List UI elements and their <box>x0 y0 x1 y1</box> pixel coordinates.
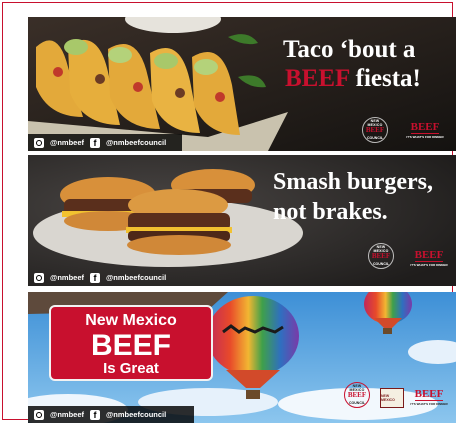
headline-rest: fiesta! <box>349 65 421 92</box>
logo-council-top: NEW MEXICO <box>367 119 383 127</box>
logo-beef-tagline: IT'S WHAT'S FOR DINNER <box>410 401 448 406</box>
logo-council-mid: BEEF <box>365 126 385 134</box>
facebook-handle[interactable]: @nmbeefcouncil <box>106 138 166 147</box>
nm-state-label: NEW MEXICO <box>381 394 395 402</box>
headline-line1: Taco ‘bout a <box>283 36 416 63</box>
nm-state-badge: NEW MEXICO <box>380 388 404 408</box>
instagram-handle[interactable]: @nmbeef <box>50 273 84 282</box>
logo-beef-word: BEEF <box>414 248 444 262</box>
logo-council-mid: BEEF <box>347 391 367 399</box>
headline-line2: not brakes. <box>273 199 388 225</box>
logo-beef-word: BEEF <box>414 387 444 401</box>
ad-panel-balloons[interactable]: New Mexico BEEF Is Great NEW MEXICO BEEF… <box>28 292 456 423</box>
logo-council-bottom: COUNCIL <box>349 401 365 405</box>
instagram-icon[interactable] <box>34 137 44 148</box>
logo-council-top: NEW MEXICO <box>349 384 365 392</box>
logo-council-top: NEW MEXICO <box>373 245 389 253</box>
logo-beef-tagline: IT'S WHAT'S FOR DINNER <box>406 134 444 139</box>
logo-council-mid: BEEF <box>371 252 391 260</box>
ad-panel-burgers[interactable]: Smash burgers, not brakes. NEW MEXICO BE… <box>28 155 456 286</box>
facebook-handle[interactable]: @nmbeefcouncil <box>106 273 166 282</box>
logo-beef-word: BEEF <box>410 120 440 134</box>
ad-panel-tacos[interactable]: Taco ‘bout a BEEF fiesta! NEW MEXICO BEE… <box>28 17 456 151</box>
social-bar: @nmbeef f @nmbeefcouncil <box>28 134 182 151</box>
logo-beef-tagline: IT'S WHAT'S FOR DINNER <box>410 262 448 267</box>
facebook-icon[interactable]: f <box>89 272 100 283</box>
social-bar: @nmbeef f @nmbeefcouncil <box>28 269 182 286</box>
beef-its-whats-for-dinner-logo: BEEF IT'S WHAT'S FOR DINNER <box>410 247 448 269</box>
facebook-handle[interactable]: @nmbeefcouncil <box>106 410 166 419</box>
headline-line2: BEEF fiesta! <box>285 66 421 91</box>
logo-council-bottom: COUNCIL <box>367 136 383 140</box>
instagram-handle[interactable]: @nmbeef <box>50 138 84 147</box>
plate-line1: New Mexico <box>85 312 177 329</box>
facebook-icon[interactable]: f <box>89 137 100 148</box>
instagram-handle[interactable]: @nmbeef <box>50 410 84 419</box>
social-bar: @nmbeef f @nmbeefcouncil <box>28 406 194 423</box>
plate-line2: BEEF <box>90 329 171 362</box>
facebook-icon[interactable]: f <box>89 409 100 420</box>
nm-beef-license-plate: New Mexico BEEF Is Great <box>49 305 213 381</box>
instagram-icon[interactable] <box>34 409 44 420</box>
logo-council-bottom: COUNCIL <box>373 262 389 266</box>
nm-beef-council-logo: NEW MEXICO BEEF COUNCIL <box>362 117 388 143</box>
headline-accent: BEEF <box>285 65 350 92</box>
nm-beef-council-logo: NEW MEXICO BEEF COUNCIL <box>344 382 370 408</box>
instagram-icon[interactable] <box>34 272 44 283</box>
beef-its-whats-for-dinner-logo: BEEF IT'S WHAT'S FOR DINNER <box>410 386 448 408</box>
beef-its-whats-for-dinner-logo: BEEF IT'S WHAT'S FOR DINNER <box>406 119 444 141</box>
nm-beef-council-logo: NEW MEXICO BEEF COUNCIL <box>368 243 394 269</box>
plate-line3: Is Great <box>103 360 159 377</box>
headline-line1: Smash burgers, <box>273 169 434 195</box>
